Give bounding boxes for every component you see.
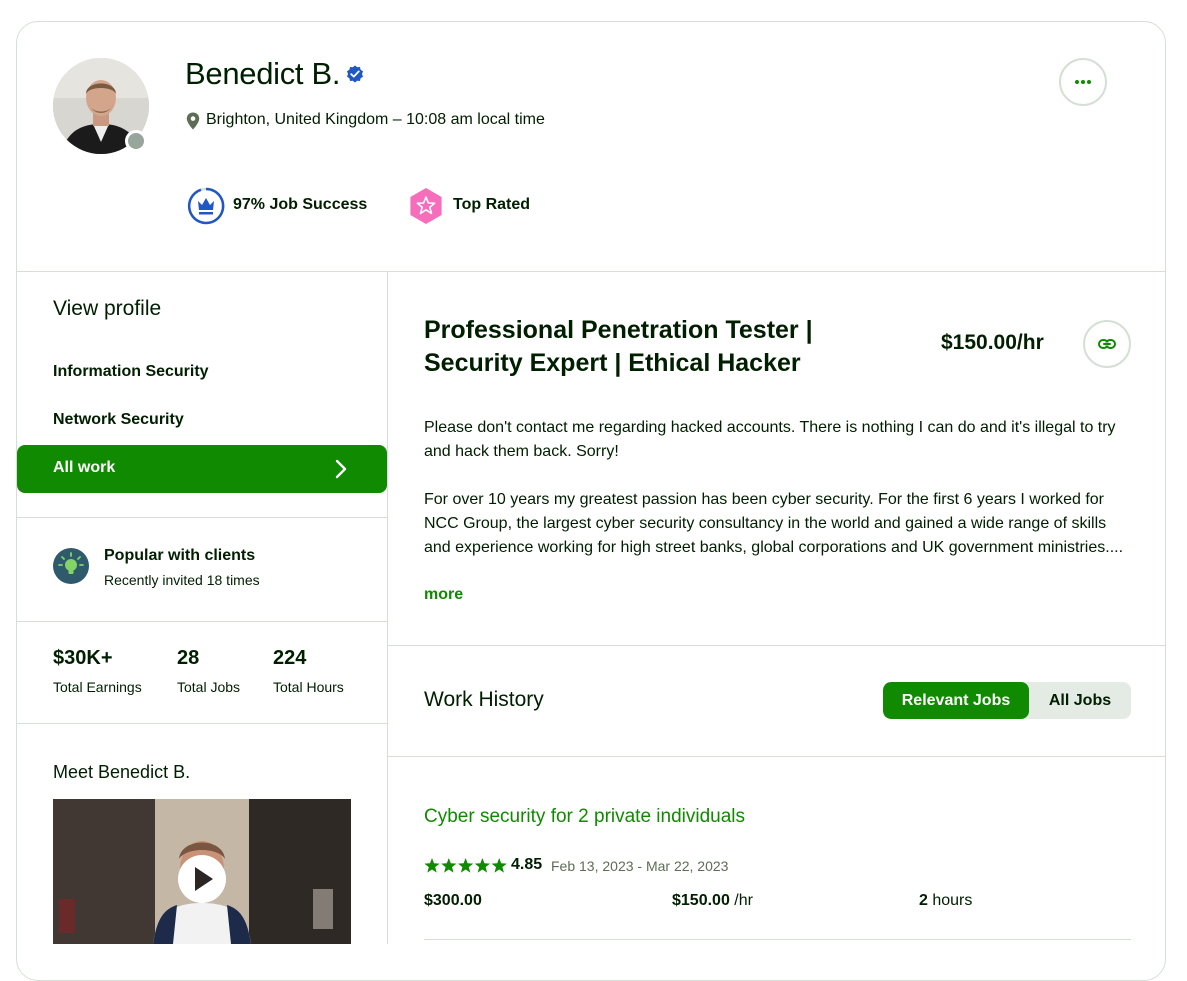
sidebar-item-label: All work (53, 459, 116, 476)
verified-check-icon (347, 65, 363, 83)
intro-video[interactable] (53, 799, 351, 944)
profile-headline: Professional Penetration Tester | Securi… (424, 316, 813, 377)
work-history-toggle: Relevant Jobs All Jobs (883, 682, 1131, 719)
sidebar-item-information-security[interactable]: Information Security (53, 363, 209, 381)
job-divider (424, 939, 1131, 940)
total-jobs-value: 28 (177, 647, 200, 669)
total-jobs-label: Total Jobs (177, 679, 241, 695)
link-icon (1098, 339, 1116, 349)
sidebar-divider (17, 723, 387, 724)
view-profile-title: View profile (53, 297, 162, 320)
more-link[interactable]: more (424, 586, 463, 604)
job-success-badge: 97% Job Success (233, 196, 368, 213)
header-divider (17, 271, 1166, 272)
popular-title: Popular with clients (104, 547, 256, 564)
hourly-rate: $150.00/hr (941, 331, 1044, 354)
job-title-link[interactable]: Cyber security for 2 private individuals (424, 806, 745, 828)
job-rating: 4.85 (511, 856, 543, 873)
lightbulb-icon (53, 548, 89, 584)
sidebar-divider (17, 517, 387, 518)
sidebar-item-all-work[interactable]: All work (17, 445, 387, 493)
popular-subtitle: Recently invited 18 times (104, 572, 260, 588)
column-divider (387, 272, 388, 944)
section-divider (388, 645, 1166, 646)
profile-name: Benedict B. (185, 56, 341, 91)
section-divider (388, 756, 1166, 757)
total-hours-label: Total Hours (273, 679, 344, 695)
description-paragraph: Please don't contact me regarding hacked… (424, 419, 1116, 460)
crown-icon (187, 187, 225, 225)
map-pin-icon (186, 112, 200, 130)
description-paragraph: For over 10 years my greatest passion ha… (424, 491, 1124, 556)
star-badge-icon (410, 188, 442, 224)
job-dates: Feb 13, 2023 - Mar 22, 2023 (551, 858, 729, 874)
job-hours: 2 hours (919, 892, 973, 909)
total-hours-value: 224 (273, 647, 307, 669)
star-rating-icon (424, 858, 507, 873)
sidebar-item-network-security[interactable]: Network Security (53, 411, 184, 429)
tab-all-jobs[interactable]: All Jobs (1029, 682, 1131, 719)
work-history-title: Work History (424, 688, 544, 711)
meet-title: Meet Benedict B. (53, 762, 191, 782)
top-rated-badge: Top Rated (453, 196, 531, 213)
more-options-button[interactable] (1059, 58, 1107, 106)
job-earned: $300.00 (424, 892, 482, 909)
total-earnings-value: $30K+ (53, 647, 113, 669)
sidebar-divider (17, 621, 387, 622)
copy-link-button[interactable] (1083, 320, 1131, 368)
online-status-dot (125, 130, 147, 152)
location-text: Brighton, United Kingdom – 10:08 am loca… (206, 111, 545, 128)
job-rate: $150.00 /hr (672, 892, 753, 909)
video-thumbnail (53, 799, 351, 944)
tab-relevant-jobs[interactable]: Relevant Jobs (883, 682, 1029, 719)
chevron-right-icon (335, 459, 347, 479)
total-earnings-label: Total Earnings (53, 679, 142, 695)
ellipsis-icon (1075, 80, 1091, 84)
